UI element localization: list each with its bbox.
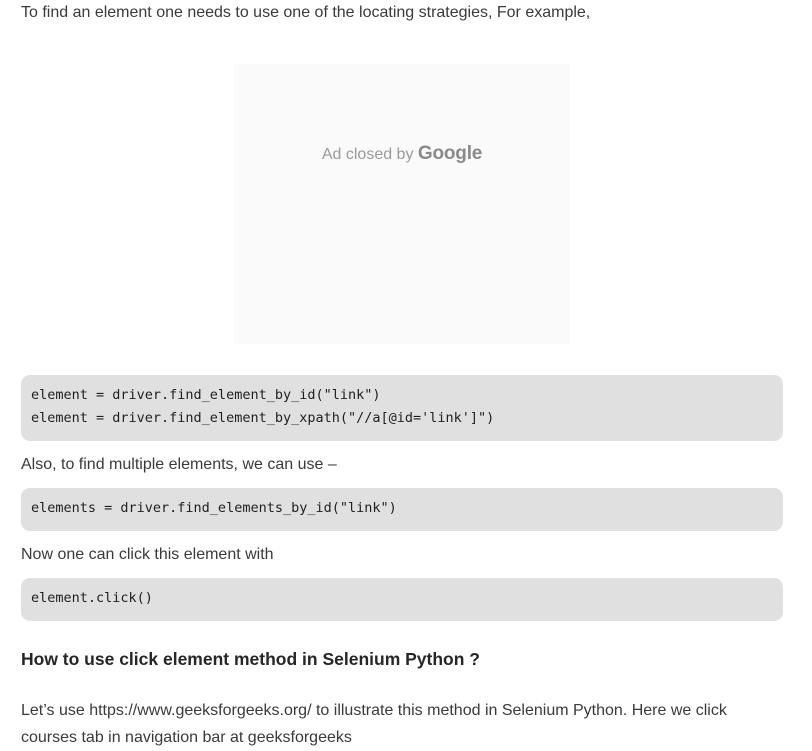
code-line: elements = driver.find_elements_by_id("l… xyxy=(31,500,397,516)
example-paragraph-line-2: courses tab in navigation bar at geeksfo… xyxy=(21,729,352,746)
click-paragraph: Now one can click this element with xyxy=(21,546,274,563)
example-paragraph: Let’s use https://www.geeksforgeeks.org/… xyxy=(21,697,781,751)
ad-closed-label: Ad closed by Google xyxy=(234,142,570,167)
code-block-find-elements: elements = driver.find_elements_by_id("l… xyxy=(21,488,783,531)
google-logo: Google xyxy=(417,143,483,164)
multiple-elements-paragraph: Also, to find multiple elements, we can … xyxy=(21,456,337,473)
code-block-click: element.click() xyxy=(21,578,783,621)
code-line: element.click() xyxy=(31,590,153,606)
example-paragraph-line-1: Let’s use https://www.geeksforgeeks.org/… xyxy=(21,702,727,719)
section-heading: How to use click element method in Selen… xyxy=(21,649,480,669)
ad-placeholder: Ad closed by Google xyxy=(234,64,570,344)
code-line: element = driver.find_element_by_xpath("… xyxy=(31,410,495,426)
intro-paragraph: To find an element one needs to use one … xyxy=(21,4,591,21)
code-block-find-element: element = driver.find_element_by_id("lin… xyxy=(21,375,783,441)
code-line: element = driver.find_element_by_id("lin… xyxy=(31,387,381,403)
ad-closed-text: Ad closed by xyxy=(321,146,414,163)
